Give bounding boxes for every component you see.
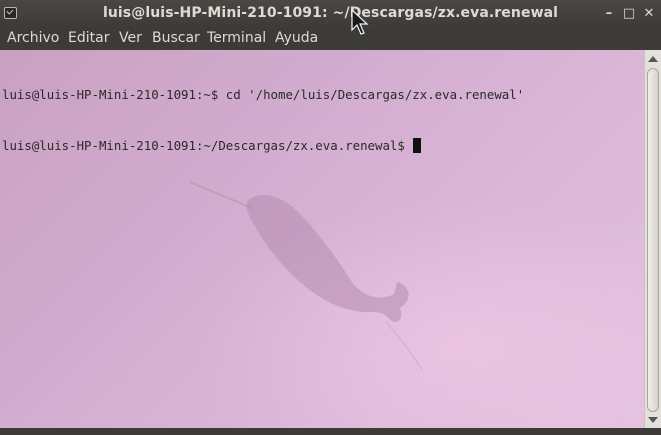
window-title: luis@luis-HP-Mini-210-1091: ~/Descargas/…	[102, 5, 559, 21]
terminal-output: luis@luis-HP-Mini-210-1091:~$ cd '/home/…	[2, 52, 524, 188]
menu-editar[interactable]: Editar	[68, 30, 109, 46]
window-bottom-border	[0, 428, 661, 435]
text-cursor	[413, 138, 422, 153]
maximize-icon[interactable]: □	[620, 5, 638, 23]
mouse-pointer-icon	[351, 8, 369, 35]
menu-buscar[interactable]: Buscar	[152, 30, 200, 46]
terminal-window: luis@luis-HP-Mini-210-1091: ~/Descargas/…	[0, 0, 661, 435]
terminal-prompt-line: luis@luis-HP-Mini-210-1091:~/Descargas/z…	[2, 137, 524, 154]
menu-terminal[interactable]: Terminal	[207, 30, 266, 46]
scroll-down-icon[interactable]	[648, 417, 658, 423]
menu-ver[interactable]: Ver	[119, 30, 142, 46]
terminal-prompt: luis@luis-HP-Mini-210-1091:~/Descargas/z…	[2, 138, 413, 153]
terminal-area[interactable]: luis@luis-HP-Mini-210-1091:~$ cd '/home/…	[0, 50, 644, 428]
scroll-up-icon[interactable]	[648, 56, 658, 62]
menu-bar: Archivo Editar Ver Buscar Terminal Ayuda	[0, 28, 661, 50]
title-bar[interactable]: luis@luis-HP-Mini-210-1091: ~/Descargas/…	[0, 0, 661, 28]
menu-ayuda[interactable]: Ayuda	[275, 30, 318, 46]
terminal-line: luis@luis-HP-Mini-210-1091:~$ cd '/home/…	[2, 87, 525, 102]
vertical-scrollbar[interactable]	[644, 50, 661, 428]
menu-archivo[interactable]: Archivo	[7, 30, 59, 46]
scrollbar-thumb[interactable]	[647, 68, 659, 412]
close-icon[interactable]: ✕	[640, 5, 658, 23]
minimize-icon[interactable]: –	[600, 5, 618, 23]
